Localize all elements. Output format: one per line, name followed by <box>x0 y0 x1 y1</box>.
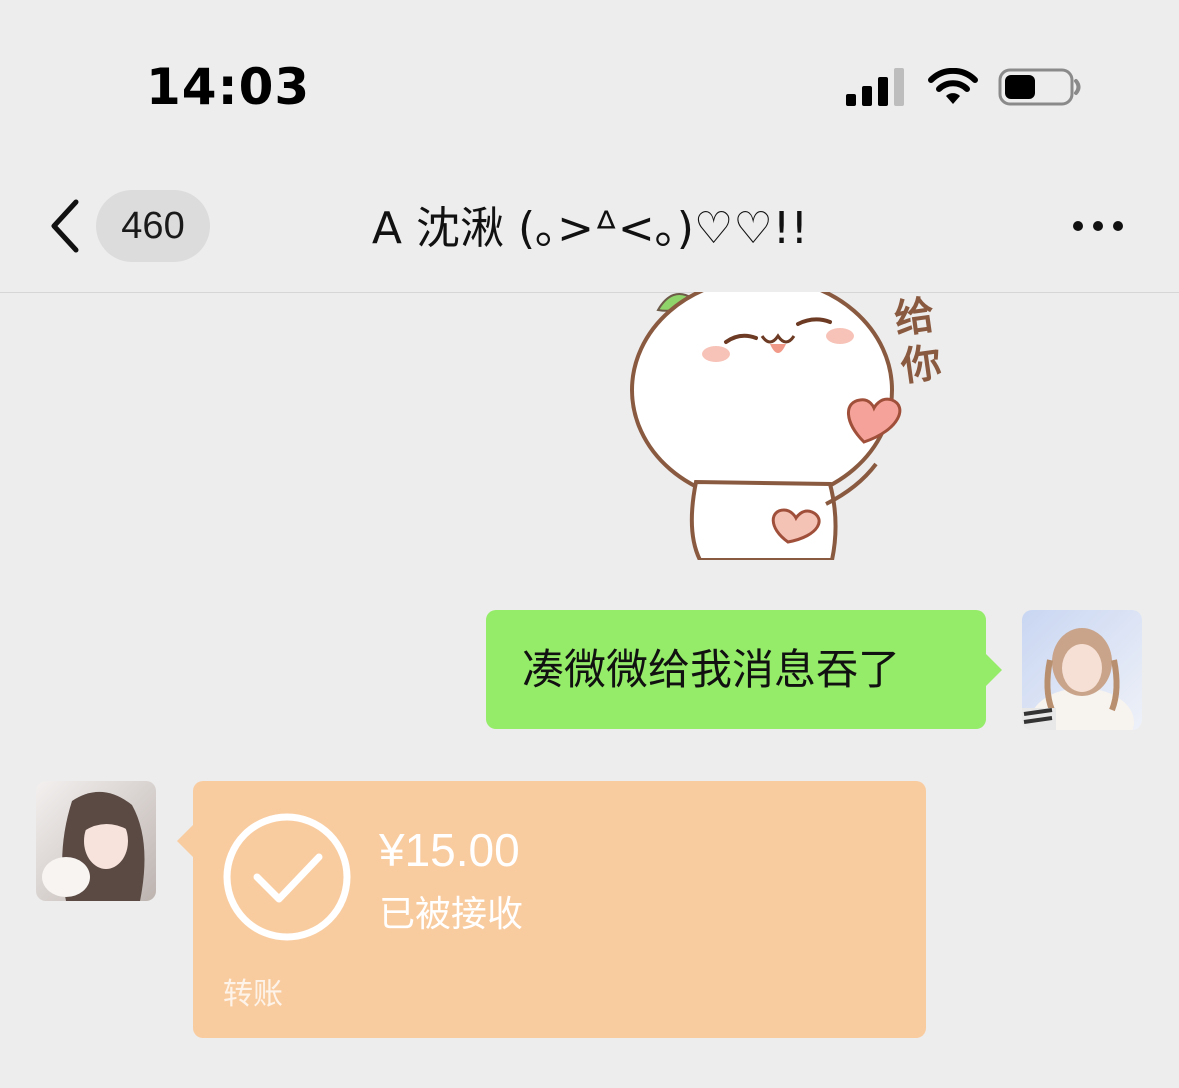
unread-count-badge: 460 <box>96 190 210 262</box>
status-time: 14:03 <box>146 58 311 116</box>
transfer-card[interactable]: ¥15.00 已被接收 转账 <box>177 781 926 1038</box>
wifi-icon <box>928 68 978 104</box>
chevron-left-icon <box>51 199 79 253</box>
more-icon <box>1073 221 1123 231</box>
status-bar: 14:03 <box>0 0 1179 160</box>
message-text: 凑微微给我消息吞了 <box>522 645 901 694</box>
chat-title: A 沈湫 (｡>ᐞ<｡)♡♡!! <box>371 203 809 254</box>
transfer-label: 转账 <box>223 977 283 1012</box>
more-button[interactable] <box>1054 194 1150 264</box>
battery-icon <box>998 68 1081 106</box>
outgoing-text-bubble[interactable]: 凑微微给我消息吞了 <box>486 610 1002 729</box>
self-avatar[interactable] <box>1022 610 1142 730</box>
signal-icon <box>846 68 904 106</box>
contact-avatar[interactable] <box>36 781 156 901</box>
check-circle-icon <box>223 813 351 941</box>
sticker-caption: 给你 <box>891 284 994 396</box>
chat-header: 460 A 沈湫 (｡>ᐞ<｡)♡♡!! <box>0 160 1179 293</box>
back-button[interactable]: 460 <box>40 190 220 266</box>
avatar-image <box>1022 610 1142 730</box>
avatar-image <box>36 781 156 901</box>
transfer-amount: ¥15.00 <box>379 824 520 876</box>
transfer-status: 已被接收 <box>379 894 524 935</box>
